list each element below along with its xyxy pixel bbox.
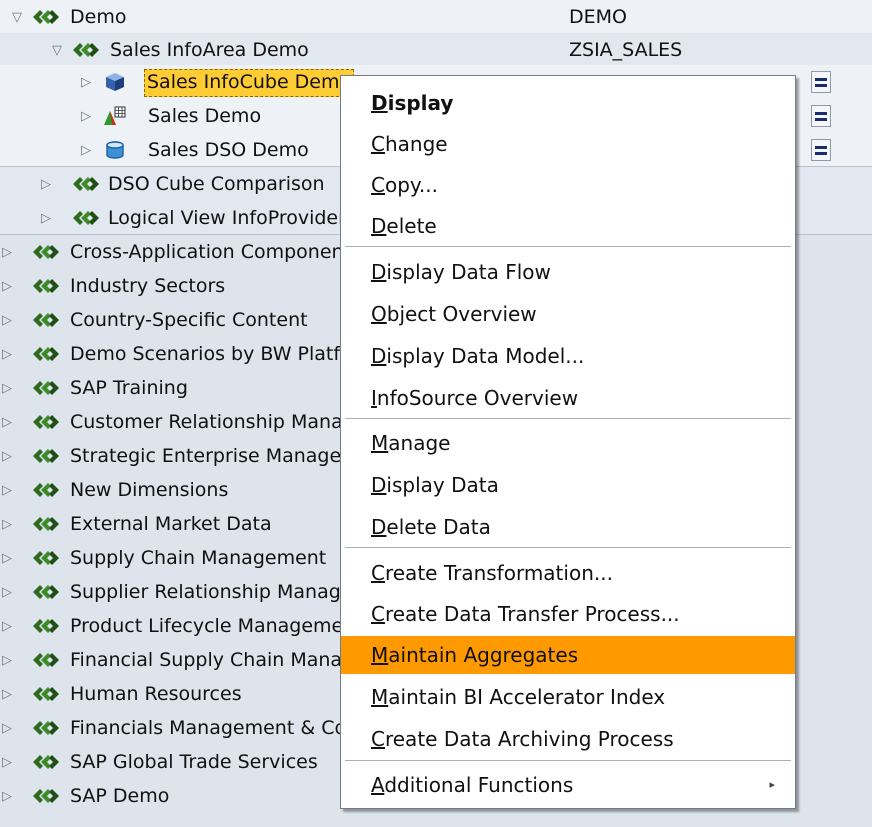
menu-item-create-transformation[interactable]: Create Transformation... [341, 554, 795, 592]
menu-item-create-data-archiving-process[interactable]: Create Data Archiving Process [341, 720, 795, 758]
tree-node-label: SAP Global Trade Services [70, 751, 318, 773]
collapse-triangle-icon[interactable]: ▽ [10, 0, 24, 34]
tree-node-label: DSO Cube Comparison [108, 173, 325, 195]
tree-node-label: External Market Data [70, 513, 272, 535]
expand-triangle-icon[interactable]: ▷ [0, 371, 14, 405]
expand-triangle-icon[interactable]: ▷ [0, 269, 14, 303]
infoarea-icon [31, 269, 61, 303]
infoarea-icon [31, 541, 61, 575]
expand-triangle-icon[interactable]: ▷ [0, 303, 14, 337]
menu-separator [345, 760, 791, 761]
technical-name: ZSIA_SALES [569, 39, 683, 61]
tree-node-label: New Dimensions [70, 479, 229, 501]
equals-status-icon[interactable] [811, 139, 831, 161]
infoarea-icon [31, 303, 61, 337]
menu-item-display-data-flow[interactable]: Display Data Flow [341, 253, 795, 291]
infoarea-icon [31, 473, 61, 507]
menu-item-create-dtp[interactable]: Create Data Transfer Process... [341, 595, 795, 633]
expand-triangle-icon[interactable]: ▷ [79, 133, 93, 167]
menu-item-manage[interactable]: Manage [341, 424, 795, 462]
submenu-arrow-icon: ▸ [769, 778, 775, 791]
infoarea-icon [31, 235, 61, 269]
tree-node-sales-infoarea[interactable]: ▽ Sales InfoArea Demo ZSIA_SALES [0, 33, 872, 67]
infoarea-icon [71, 201, 101, 235]
infoarea-icon [31, 643, 61, 677]
tree-node-label: Demo Scenarios by BW Platform [70, 343, 378, 365]
tree-node-label-selected: Sales InfoCube Demo [144, 69, 355, 97]
expand-triangle-icon[interactable]: ▷ [0, 609, 14, 643]
menu-item-copy[interactable]: Copy... [341, 166, 795, 204]
technical-name: DEMO [569, 6, 627, 28]
expand-triangle-icon[interactable]: ▷ [0, 575, 14, 609]
tree-node-label: Demo [70, 6, 127, 28]
tree-node-label: Sales DSO Demo [148, 139, 309, 161]
equals-status-icon[interactable] [811, 105, 831, 127]
infoarea-icon [31, 405, 61, 439]
infoarea-icon [31, 711, 61, 745]
expand-triangle-icon[interactable]: ▷ [0, 235, 14, 269]
menu-item-delete[interactable]: Delete [341, 207, 795, 245]
tree-node-label: Sales Demo [148, 105, 262, 127]
collapse-triangle-icon[interactable]: ▽ [50, 33, 64, 67]
tree-node-label: Sales InfoArea Demo [110, 39, 309, 61]
expand-triangle-icon[interactable]: ▷ [0, 473, 14, 507]
expand-triangle-icon[interactable]: ▷ [79, 65, 93, 99]
infoarea-icon [31, 745, 61, 779]
menu-item-additional-functions[interactable]: Additional Functions ▸ [341, 766, 795, 804]
tree-node-label: SAP Training [70, 377, 188, 399]
menu-item-display-data-model[interactable]: Display Data Model... [341, 337, 795, 375]
expand-triangle-icon[interactable]: ▷ [39, 167, 53, 201]
dso-icon [100, 133, 130, 167]
tree-node-demo[interactable]: ▽ Demo DEMO [0, 0, 872, 34]
menu-item-display-data[interactable]: Display Data [341, 466, 795, 504]
expand-triangle-icon[interactable]: ▷ [0, 541, 14, 575]
expand-triangle-icon[interactable]: ▷ [0, 405, 14, 439]
menu-separator [345, 418, 791, 419]
infoarea-icon [31, 0, 61, 34]
menu-item-change[interactable]: Change [341, 125, 795, 163]
equals-status-icon[interactable] [811, 71, 831, 93]
expand-triangle-icon[interactable]: ▷ [0, 677, 14, 711]
expand-triangle-icon[interactable]: ▷ [0, 779, 14, 813]
tree-node-label: Human Resources [70, 683, 242, 705]
context-menu: Display Change Copy... Delete Display Da… [340, 75, 796, 809]
menu-separator [345, 547, 791, 548]
menu-separator [345, 246, 791, 247]
menu-item-object-overview[interactable]: Object Overview [341, 295, 795, 333]
expand-triangle-icon[interactable]: ▷ [0, 745, 14, 779]
tree-node-label: Product Lifecycle Management [70, 615, 363, 637]
infoarea-icon [31, 439, 61, 473]
infoarea-icon [31, 371, 61, 405]
multiprovider-icon [100, 99, 130, 133]
expand-triangle-icon[interactable]: ▷ [0, 439, 14, 473]
tree-node-label: SAP Demo [70, 785, 170, 807]
menu-item-maintain-bia-index[interactable]: Maintain BI Accelerator Index [341, 678, 795, 716]
infoarea-icon [31, 507, 61, 541]
expand-triangle-icon[interactable]: ▷ [0, 643, 14, 677]
infoarea-icon [31, 677, 61, 711]
infoarea-icon [71, 167, 101, 201]
infoarea-icon [31, 575, 61, 609]
infoarea-icon [31, 609, 61, 643]
tree-node-label: Supply Chain Management [70, 547, 327, 569]
tree-node-label: Logical View InfoProviders [108, 207, 356, 229]
expand-triangle-icon[interactable]: ▷ [39, 201, 53, 235]
tree-node-label: Country-Specific Content [70, 309, 308, 331]
menu-item-delete-data[interactable]: Delete Data [341, 508, 795, 546]
infocube-icon [100, 65, 130, 99]
tree-node-label: Cross-Application Components [70, 241, 361, 263]
menu-item-display[interactable]: Display [341, 84, 795, 122]
infoarea-icon [31, 779, 61, 813]
expand-triangle-icon[interactable]: ▷ [0, 337, 14, 371]
menu-item-infosource-overview[interactable]: InfoSource Overview [341, 379, 795, 417]
infoarea-icon [31, 337, 61, 371]
infoarea-icon [71, 33, 101, 67]
expand-triangle-icon[interactable]: ▷ [0, 507, 14, 541]
menu-item-maintain-aggregates[interactable]: Maintain Aggregates [341, 636, 795, 674]
expand-triangle-icon[interactable]: ▷ [79, 99, 93, 133]
tree-node-label: Industry Sectors [70, 275, 226, 297]
expand-triangle-icon[interactable]: ▷ [0, 711, 14, 745]
